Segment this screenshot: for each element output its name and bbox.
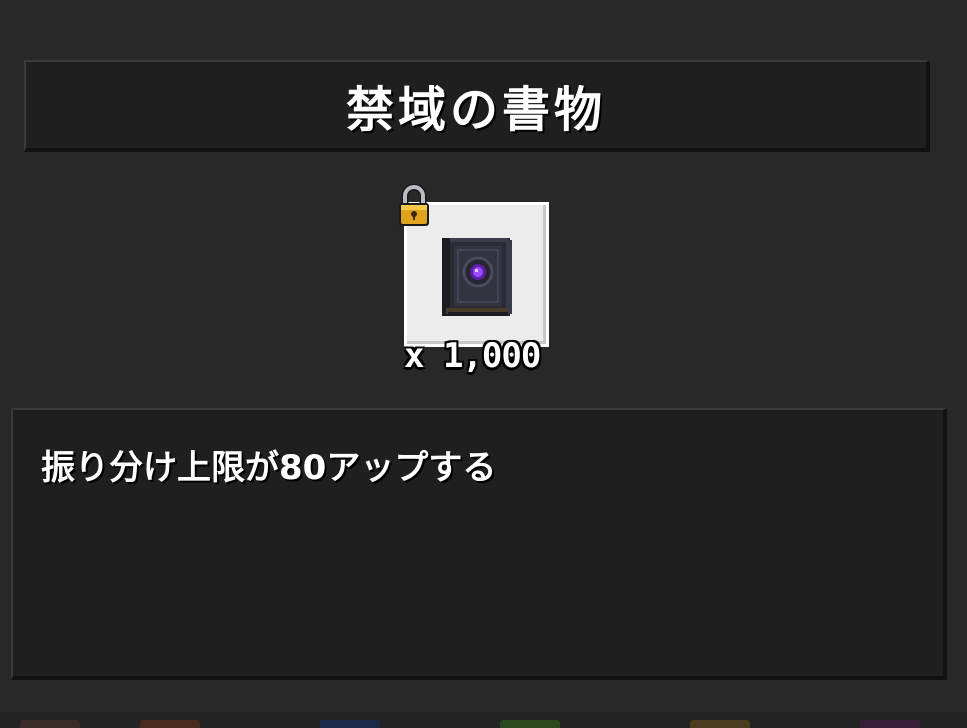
item-tile	[320, 720, 380, 728]
item-detail-screen: 禁域の書物 x 1,000 振り分け上限が80アップする	[0, 0, 967, 728]
dark-tome-icon	[442, 238, 512, 316]
item-description: 振り分け上限が80アップする	[41, 448, 497, 488]
item-tile	[140, 720, 200, 728]
item-tile	[860, 720, 920, 728]
item-tile	[20, 720, 80, 728]
item-name: 禁域の書物	[345, 82, 606, 138]
item-quantity: x 1,000	[404, 336, 541, 376]
lock-icon	[399, 184, 429, 226]
item-tile	[690, 720, 750, 728]
item-title-panel: 禁域の書物	[24, 60, 930, 152]
item-description-panel: 振り分け上限が80アップする	[11, 408, 947, 680]
item-tile	[500, 720, 560, 728]
partially-visible-item-row	[0, 712, 967, 728]
